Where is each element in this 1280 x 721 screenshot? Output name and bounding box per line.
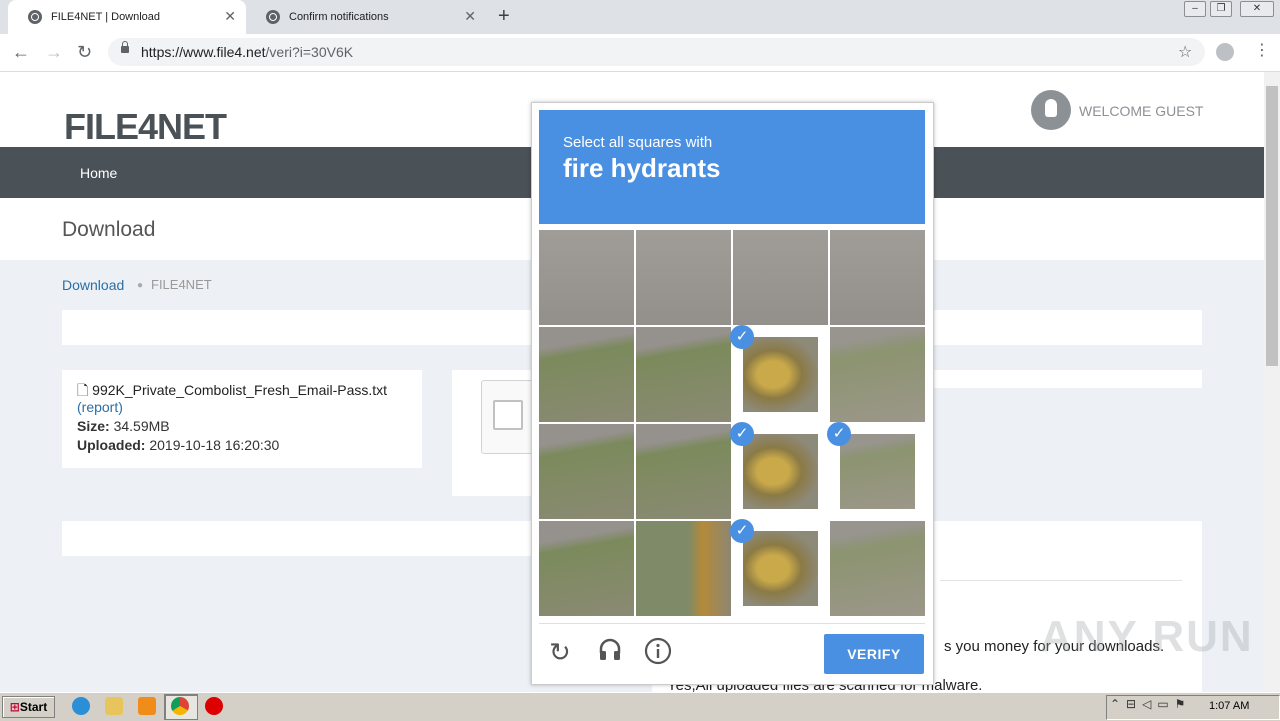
tile-selected-check-icon: ✓	[827, 422, 851, 446]
tile-selected-check-icon: ✓	[730, 519, 754, 543]
maximize-button[interactable]: ❐	[1210, 1, 1232, 17]
tab-file4net[interactable]: FILE4NET | Download ✕	[8, 0, 246, 34]
captcha-tile[interactable]	[539, 327, 634, 422]
windows-logo-icon: ⊞	[9, 700, 20, 714]
captcha-tile[interactable]	[830, 327, 925, 422]
user-avatar-icon[interactable]	[1031, 90, 1071, 130]
captcha-tile[interactable]	[636, 521, 731, 616]
close-tab-icon[interactable]: ✕	[464, 8, 476, 24]
file-uploaded: Uploaded: 2019-10-18 16:20:30	[77, 437, 280, 453]
divider	[940, 580, 1182, 581]
captcha-tile[interactable]	[830, 521, 925, 616]
captcha-tile[interactable]	[636, 230, 731, 325]
breadcrumb-separator: ●	[137, 280, 144, 291]
menu-dots-icon[interactable]: ⋮	[1254, 42, 1270, 60]
ie-icon[interactable]	[72, 697, 90, 715]
start-button[interactable]: ⊞Start	[2, 696, 55, 718]
globe-icon	[28, 10, 42, 24]
captcha-instruction: Select all squares with	[563, 134, 713, 151]
stop-icon[interactable]	[205, 697, 223, 715]
file-name: 🗋 992K_Private_Combolist_Fresh_Email-Pas…	[77, 382, 388, 398]
report-link[interactable]: (report)	[77, 399, 123, 415]
tab-title: Confirm notifications	[289, 11, 389, 23]
captcha-tile[interactable]	[539, 424, 634, 519]
captcha-tile[interactable]	[539, 521, 634, 616]
folder-icon[interactable]	[105, 697, 123, 715]
captcha-target: fire hydrants	[563, 153, 721, 183]
content-strip	[930, 370, 1202, 388]
captcha-footer-divider	[539, 623, 925, 624]
page-title: Download	[62, 218, 156, 241]
globe-icon	[266, 10, 280, 24]
tab-title: FILE4NET | Download	[51, 11, 161, 23]
tile-selected-check-icon: ✓	[730, 422, 754, 446]
verify-button[interactable]: VERIFY	[824, 634, 924, 674]
site-logo[interactable]: FILE4NET	[64, 106, 227, 148]
bookmark-star-icon[interactable]: ☆	[1178, 42, 1192, 62]
captcha-tile[interactable]	[636, 424, 731, 519]
captcha-tile[interactable]	[830, 230, 925, 325]
captcha-tile[interactable]	[733, 230, 828, 325]
anyrun-watermark: ANY RUN	[1040, 612, 1254, 661]
nav-home-link[interactable]: Home	[80, 165, 117, 181]
info-icon[interactable]	[644, 637, 672, 671]
file-icon: 🗋	[77, 382, 89, 398]
captcha-tile[interactable]	[636, 327, 731, 422]
tab-confirm-notifications[interactable]: Confirm notifications ✕	[246, 0, 486, 34]
close-tab-icon[interactable]: ✕	[224, 8, 236, 24]
file-size: Size: 34.59MB	[77, 418, 170, 434]
media-player-icon[interactable]	[138, 697, 156, 715]
profile-avatar-icon[interactable]	[1216, 43, 1234, 61]
reload-icon[interactable]: ↻	[77, 42, 92, 62]
tray-icons[interactable]: ⌃⊟◁▭⚑	[1110, 697, 1191, 711]
chrome-icon[interactable]	[171, 697, 189, 715]
minimize-button[interactable]: –	[1184, 1, 1206, 17]
tile-selected-check-icon: ✓	[730, 325, 754, 349]
welcome-text[interactable]: WELCOME GUEST	[1079, 103, 1203, 119]
taskbar-clock: 1:07 AM	[1209, 700, 1250, 712]
window-close-button[interactable]: ✕	[1240, 1, 1274, 17]
captcha-tile[interactable]	[539, 230, 634, 325]
plus-icon[interactable]: +	[498, 6, 510, 26]
recaptcha-checkbox[interactable]	[493, 400, 523, 430]
scrollbar-thumb[interactable]	[1266, 86, 1278, 366]
lock-icon[interactable]	[121, 41, 129, 53]
breadcrumb-current: FILE4NET	[151, 277, 212, 292]
url-text[interactable]: https://www.file4.net/veri?i=30V6K	[141, 44, 353, 60]
forward-arrow-icon[interactable]: →	[45, 42, 63, 62]
audio-icon[interactable]	[597, 637, 623, 669]
back-arrow-icon[interactable]: ←	[12, 42, 30, 62]
reload-icon[interactable]: ↻	[549, 637, 571, 667]
breadcrumb-link[interactable]: Download	[62, 277, 124, 293]
